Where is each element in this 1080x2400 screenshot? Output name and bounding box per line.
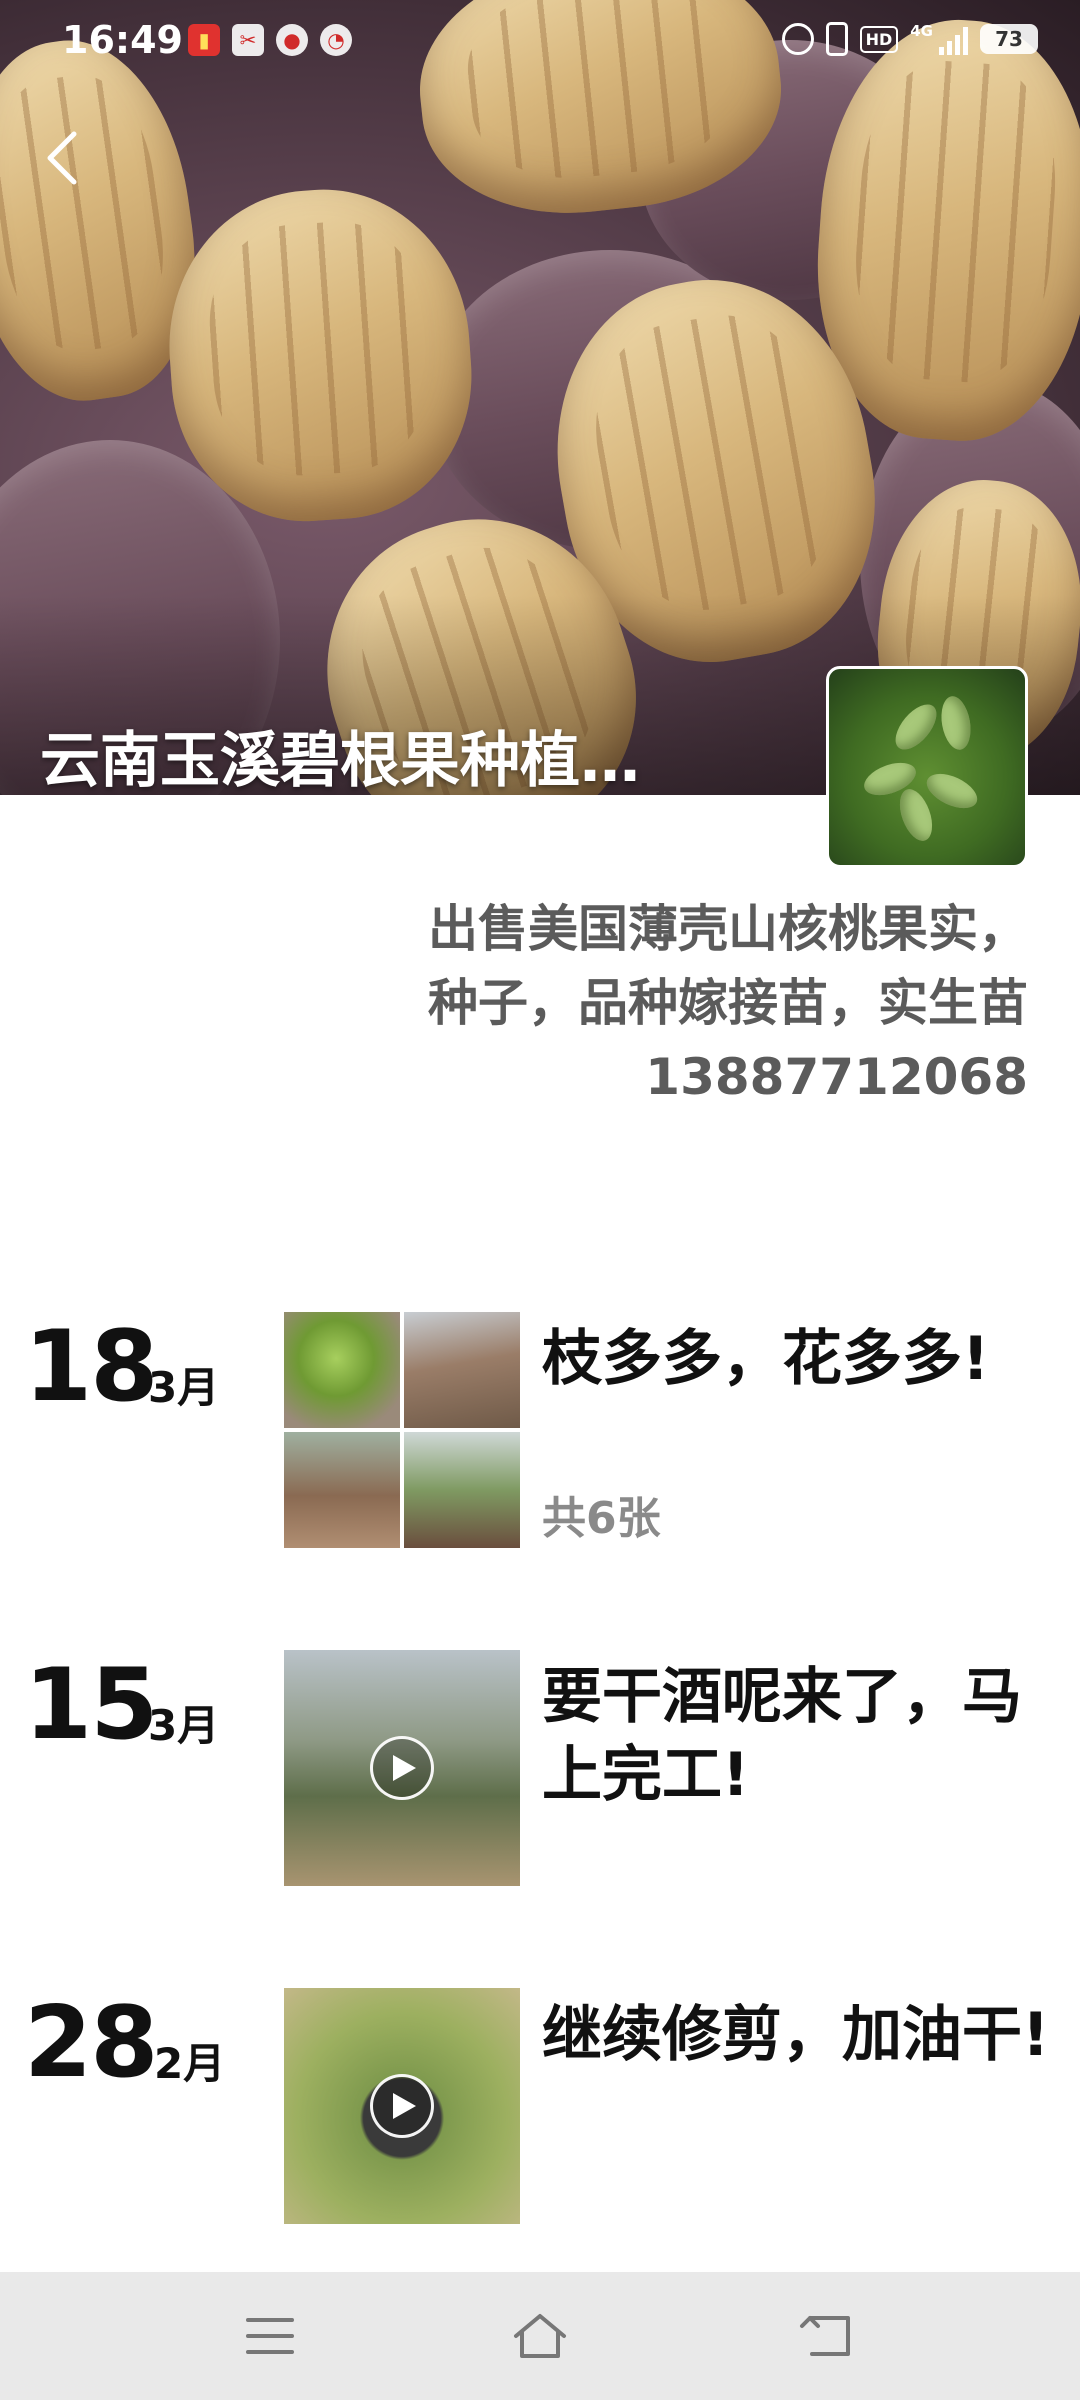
profile-signature: 出售美国薄壳山核桃果实， 种子，品种嫁接苗，实生苗 13887712068 — [268, 892, 1028, 1114]
home-icon — [514, 2314, 566, 2358]
back-nav-button[interactable] — [796, 2310, 856, 2362]
menu-button[interactable] — [240, 2310, 300, 2362]
notification-icons: ▮ ✂ ● ◔ — [188, 24, 352, 56]
back-button[interactable] — [38, 128, 88, 188]
play-icon — [370, 1736, 434, 1800]
network-type: 4G — [910, 22, 933, 40]
app-notification-icon: ▮ — [188, 24, 220, 56]
post-day: 18 — [24, 1310, 158, 1424]
thumb-image — [404, 1312, 520, 1428]
home-button[interactable] — [510, 2310, 570, 2362]
phone-number: 13887712068 — [645, 1048, 1028, 1106]
vibrate-icon — [825, 22, 848, 56]
image-count: 共6张 — [542, 1493, 661, 1544]
compass-icon: ◔ — [320, 24, 352, 56]
cover-title: 云南玉溪碧根果种植… — [40, 726, 640, 795]
battery-icon: 73 — [980, 24, 1038, 54]
status-bar: 16:49 ▮ ✂ ● ◔ HD 4G 73 — [0, 0, 1080, 84]
thumb-image — [284, 1432, 400, 1548]
hd-icon: HD — [859, 25, 899, 53]
post-month: 3月 — [148, 1363, 220, 1412]
post-day: 28 — [24, 1986, 158, 2100]
post-text: 要干酒呢来了，马上完工! — [542, 1662, 1022, 1810]
thumb-image — [284, 1312, 400, 1428]
signal-icon — [939, 23, 968, 55]
back-icon — [800, 2316, 850, 2356]
signature-line-2: 种子，品种嫁接苗，实生苗 — [428, 974, 1028, 1032]
post-day: 15 — [24, 1648, 158, 1762]
status-time: 16:49 — [62, 18, 183, 62]
post-month: 2月 — [154, 2039, 226, 2088]
chevron-left-icon — [47, 131, 77, 185]
thumb-image — [404, 1432, 520, 1548]
post-text: 枝多多，花多多! — [542, 1324, 990, 1394]
alarm-icon — [781, 23, 814, 55]
post-video-thumbnail[interactable] — [284, 1650, 520, 1886]
avatar[interactable] — [826, 666, 1028, 868]
post-text: 继续修剪，加油干! — [542, 2000, 1050, 2070]
menu-icon — [246, 2318, 294, 2354]
scissors-app-icon: ✂ — [232, 24, 264, 56]
system-nav-bar — [0, 2272, 1080, 2400]
play-icon — [370, 2074, 434, 2138]
message-icon: ● — [276, 24, 308, 56]
post-image-grid[interactable] — [284, 1312, 520, 1548]
signature-line-1: 出售美国薄壳山核桃果实， — [428, 900, 1028, 958]
post-month: 3月 — [148, 1701, 220, 1750]
post-video-thumbnail[interactable] — [284, 1988, 520, 2224]
